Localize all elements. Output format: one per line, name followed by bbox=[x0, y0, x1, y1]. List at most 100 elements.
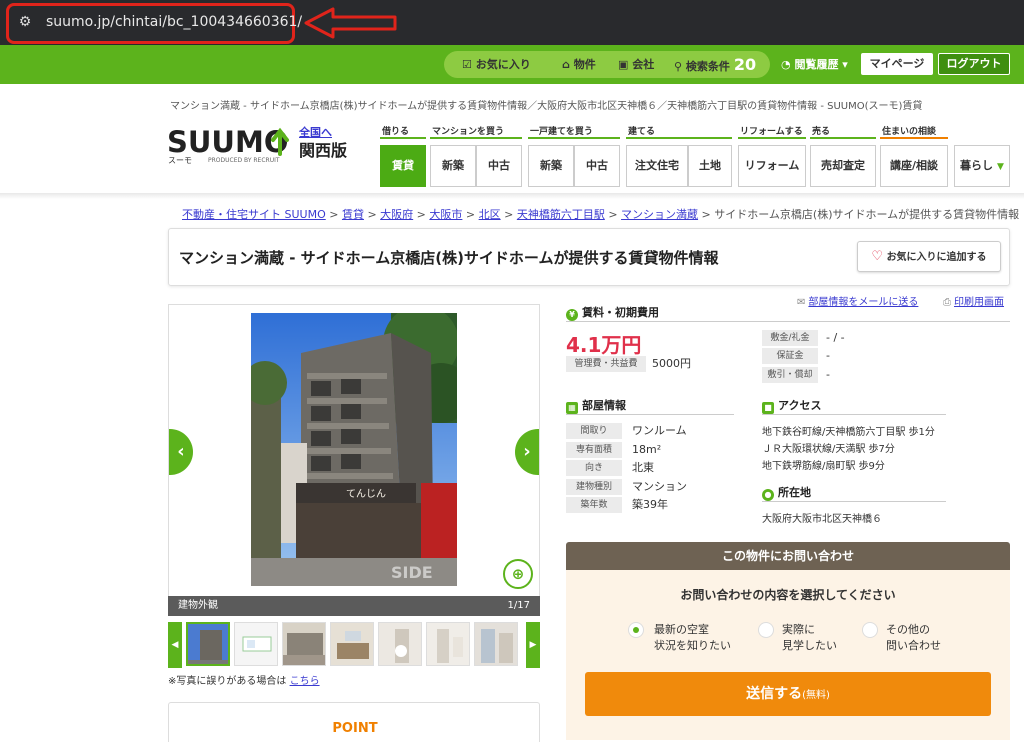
building-photo[interactable]: てんじん SIDE bbox=[251, 313, 457, 586]
direction-value: 北東 bbox=[632, 461, 654, 474]
thumb-next-button[interactable]: ▶ bbox=[526, 622, 540, 668]
thumbnail[interactable] bbox=[330, 622, 374, 666]
radio-visit[interactable] bbox=[758, 622, 774, 638]
deposit-value: - / - bbox=[826, 331, 845, 344]
thumbnail[interactable] bbox=[282, 622, 326, 666]
search-conditions-label: 検索条件 bbox=[685, 60, 730, 73]
photo-report-link[interactable]: こちら bbox=[290, 676, 320, 687]
tab-seminar[interactable]: 講座/相談 bbox=[880, 145, 948, 187]
photo-caption-bar: 建物外観 1/17 bbox=[168, 596, 540, 616]
url-text[interactable]: suumo.jp/chintai/bc_100434660361/ bbox=[46, 13, 302, 31]
rent-heading: ¥ 賃料・初期費用 bbox=[566, 304, 659, 321]
favorites-link[interactable]: ☑ お気に入り bbox=[462, 51, 531, 78]
direction-label: 向き bbox=[566, 460, 622, 476]
logo-produced: PRODUCED BY RECRUIT bbox=[208, 157, 280, 164]
breadcrumb-sep: > bbox=[604, 208, 622, 221]
room-info-heading-label: 部屋情報 bbox=[582, 399, 626, 412]
email-link[interactable]: ✉ 部屋情報をメールに送る bbox=[797, 293, 918, 308]
rent-value: 4.1万円 bbox=[566, 333, 642, 357]
breadcrumb-link[interactable]: 大阪市 bbox=[429, 208, 462, 221]
tab-living[interactable]: 暮らし ▼ bbox=[954, 145, 1010, 187]
thumbnail[interactable] bbox=[186, 622, 230, 666]
tab-reform[interactable]: リフォーム bbox=[738, 145, 806, 187]
breadcrumb-sep: > bbox=[363, 208, 381, 221]
add-favorite-button[interactable]: ♡ お気に入りに追加する bbox=[857, 241, 1001, 272]
page-description: マンション満蔵 - サイドホーム京橋店(株)サイドホームが提供する賃貸物件情報／… bbox=[170, 101, 923, 112]
guarantee-label: 保証金 bbox=[762, 348, 818, 364]
radio-vacancy[interactable] bbox=[628, 622, 644, 638]
properties-link[interactable]: ⌂ 物件 bbox=[562, 51, 596, 78]
printer-icon: ⎙ bbox=[943, 297, 951, 308]
tab-used-house[interactable]: 中古 bbox=[574, 145, 620, 187]
breadcrumb-sep: > bbox=[462, 208, 479, 221]
clock-icon: ◔ bbox=[781, 58, 791, 71]
heart-icon: ♡ bbox=[871, 249, 884, 264]
tab-new-mansion[interactable]: 新築 bbox=[430, 145, 476, 187]
breadcrumb-sep: > bbox=[413, 208, 430, 221]
category-sell: 売る bbox=[812, 127, 831, 137]
mail-icon: ✉ bbox=[797, 297, 806, 308]
zoom-icon[interactable]: ⊕ bbox=[503, 559, 533, 589]
address: 大阪府大阪市北区天神橋６ bbox=[762, 514, 882, 525]
companies-link[interactable]: ▣ 会社 bbox=[618, 51, 654, 78]
radio-vacancy-label[interactable]: 最新の空室 状況を知りたい bbox=[654, 622, 731, 654]
site-settings-icon[interactable]: ⚙ bbox=[16, 13, 34, 31]
add-favorite-label: お気に入りに追加する bbox=[886, 252, 987, 263]
building-type-label: 建物種別 bbox=[566, 479, 622, 495]
train-icon: ■ bbox=[762, 402, 774, 414]
section-divider bbox=[762, 414, 946, 415]
location-heading-label: 所在地 bbox=[778, 486, 811, 499]
breadcrumb-link[interactable]: 不動産・住宅サイト SUUMO bbox=[182, 208, 326, 221]
mgmt-fee-value: 5000円 bbox=[652, 357, 691, 370]
category-line bbox=[880, 137, 948, 139]
tab-rent[interactable]: 賃貸 bbox=[380, 145, 426, 187]
point-title: POINT bbox=[332, 721, 378, 736]
breadcrumb: 不動産・住宅サイト SUUMO > 賃貸 > 大阪府 > 大阪市 > 北区 > … bbox=[182, 206, 1019, 222]
breadcrumb-link[interactable]: 天神橋筋六丁目駅 bbox=[517, 208, 605, 221]
access-line: ＪＲ大阪環状線/天満駅 歩7分 bbox=[762, 444, 895, 455]
tab-custom-house[interactable]: 注文住宅 bbox=[626, 145, 688, 187]
breadcrumb-link[interactable]: マンション満蔵 bbox=[621, 208, 698, 221]
breadcrumb-link[interactable]: 北区 bbox=[479, 208, 501, 221]
category-consult: 住まいの相談 bbox=[882, 127, 937, 137]
tab-land[interactable]: 土地 bbox=[688, 145, 732, 187]
history-dropdown[interactable]: ◔ 閲覧履歴 ▾ bbox=[781, 51, 848, 78]
breadcrumb-sep: > bbox=[500, 208, 517, 221]
radio-visit-label[interactable]: 実際に 見学したい bbox=[782, 622, 837, 654]
thumbnail[interactable] bbox=[234, 622, 278, 666]
chevron-right-icon: › bbox=[523, 441, 531, 462]
print-link[interactable]: ⎙ 印刷用画面 bbox=[943, 293, 1004, 308]
thumbnail[interactable] bbox=[474, 622, 518, 666]
thumbnail[interactable] bbox=[426, 622, 470, 666]
radio-other-label[interactable]: その他の 問い合わせ bbox=[886, 622, 941, 654]
location-heading: ● 所在地 bbox=[762, 484, 811, 501]
favorites-icon: ☑ bbox=[462, 58, 472, 71]
logo-text: SUUMO bbox=[167, 125, 289, 159]
radio-other[interactable] bbox=[862, 622, 878, 638]
thumbnail-strip: ◀ ▶ bbox=[168, 622, 540, 668]
section-divider bbox=[566, 321, 1010, 322]
briefcase-icon: ▣ bbox=[618, 58, 629, 71]
room-info-heading: ▦ 部屋情報 bbox=[566, 397, 626, 414]
tab-used-mansion[interactable]: 中古 bbox=[476, 145, 522, 187]
category-buy-mansion: マンションを買う bbox=[432, 127, 505, 137]
mypage-button[interactable]: マイページ bbox=[861, 53, 933, 75]
shop-sign-text: てんじん bbox=[346, 488, 386, 500]
breadcrumb-link[interactable]: 大阪府 bbox=[380, 208, 413, 221]
area-value: 18m² bbox=[632, 443, 662, 456]
category-line bbox=[626, 137, 732, 139]
category-build: 建てる bbox=[628, 127, 656, 137]
region-label: 関西版 bbox=[299, 141, 348, 160]
tab-new-house[interactable]: 新築 bbox=[528, 145, 574, 187]
next-photo-button[interactable]: › bbox=[515, 429, 539, 475]
tab-sell-assessment[interactable]: 売却査定 bbox=[810, 145, 876, 187]
send-button[interactable]: 送信する(無料) bbox=[585, 672, 991, 716]
breadcrumb-link[interactable]: 賃貸 bbox=[342, 208, 364, 221]
breadcrumb-sep: > bbox=[325, 208, 342, 221]
thumb-prev-button[interactable]: ◀ bbox=[168, 622, 182, 668]
search-conditions-link[interactable]: ⚲ 検索条件 20 bbox=[674, 51, 756, 78]
triangle-left-icon: ◀ bbox=[171, 640, 179, 650]
prev-photo-button[interactable]: ‹ bbox=[169, 429, 193, 475]
thumbnail[interactable] bbox=[378, 622, 422, 666]
logout-button[interactable]: ログアウト bbox=[938, 53, 1010, 75]
